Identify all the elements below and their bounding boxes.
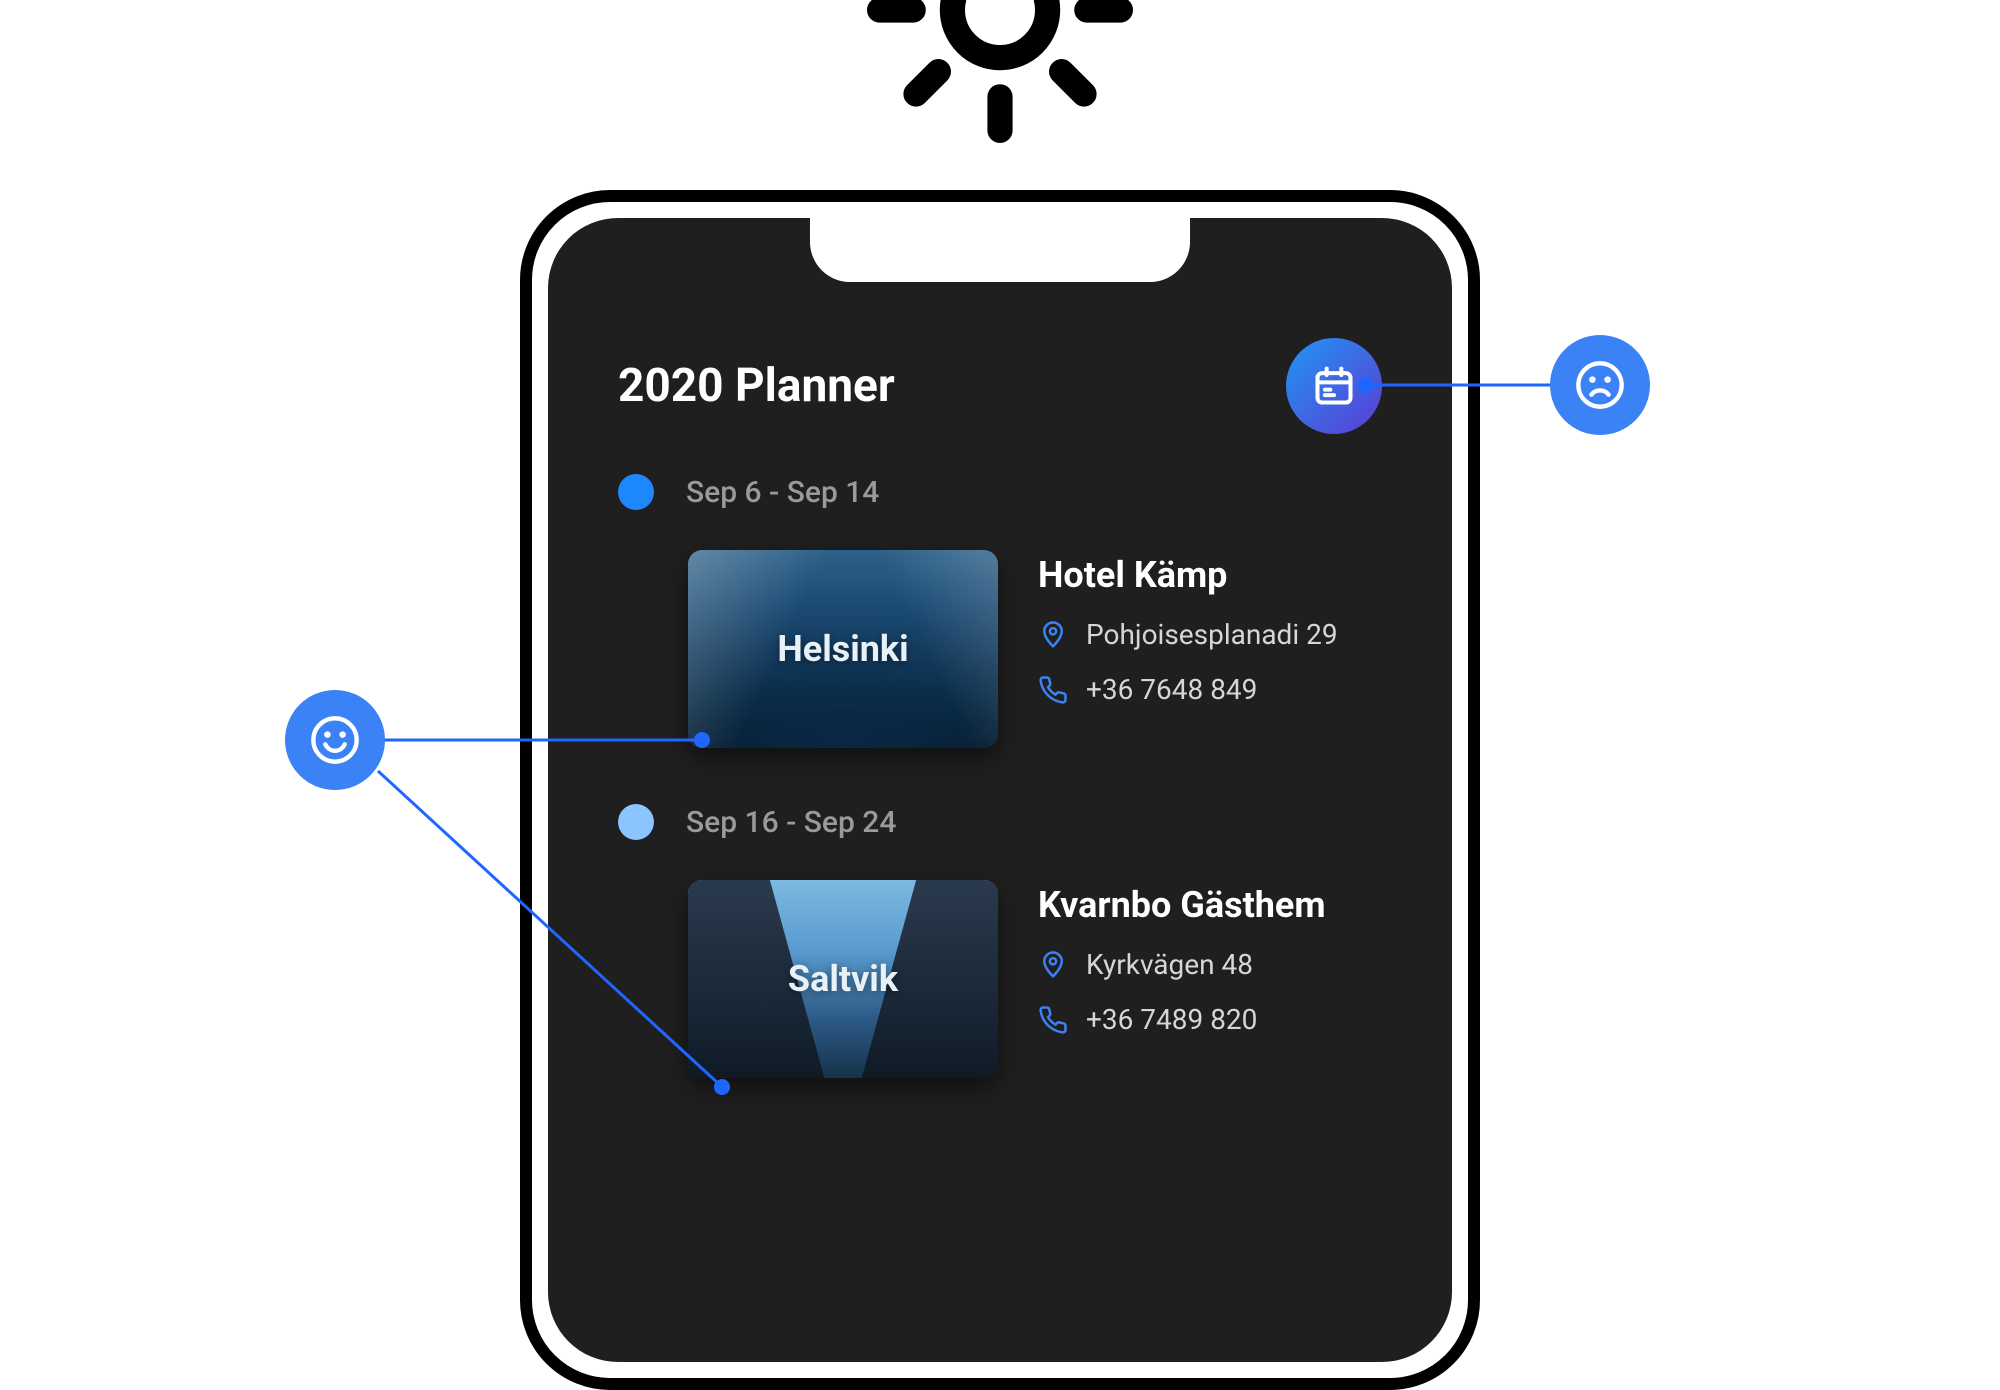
timeline-dot [618, 474, 654, 510]
annotation-anchor-dot [714, 1079, 730, 1095]
sun-icon [860, 0, 1140, 150]
annotation-sad [1550, 335, 1650, 435]
address-row: Pohjoisesplanadi 29 [1038, 618, 1338, 651]
trip-card[interactable]: Saltvik Kvarnbo Gästhem Kyrkvägen 48 [618, 880, 1382, 1078]
address-row: Kyrkvägen 48 [1038, 948, 1326, 981]
phone-screen: 2020 Planner Sep 6 - Sep 14 H [548, 218, 1452, 1362]
trip-info: Hotel Kämp Pohjoisesplanadi 29 +36 7648 … [1038, 550, 1338, 748]
hotel-name: Hotel Kämp [1038, 554, 1338, 596]
calendar-icon [1312, 364, 1356, 408]
trip-card[interactable]: Helsinki Hotel Kämp Pohjoisesplanadi 29 [618, 550, 1382, 748]
date-row: Sep 6 - Sep 14 [618, 474, 1382, 510]
destination-label: Saltvik [788, 958, 898, 1000]
location-pin-icon [1038, 950, 1068, 980]
phone-text: +36 7648 849 [1086, 673, 1257, 706]
destination-label: Helsinki [777, 628, 908, 670]
destination-image[interactable]: Helsinki [688, 550, 998, 748]
frown-icon [1574, 359, 1626, 411]
trip-section: Sep 6 - Sep 14 Helsinki Hotel Kämp Pohjo… [548, 434, 1452, 1078]
phone-text: +36 7489 820 [1086, 1003, 1257, 1036]
phone-icon [1038, 675, 1068, 705]
annotation-anchor-dot [1358, 377, 1374, 393]
trip-info: Kvarnbo Gästhem Kyrkvägen 48 +36 7489 82… [1038, 880, 1326, 1078]
hotel-name: Kvarnbo Gästhem [1038, 884, 1326, 926]
location-pin-icon [1038, 620, 1068, 650]
date-range: Sep 6 - Sep 14 [686, 475, 879, 510]
address-text: Pohjoisesplanadi 29 [1086, 618, 1338, 651]
phone-icon [1038, 1005, 1068, 1035]
destination-image[interactable]: Saltvik [688, 880, 998, 1078]
address-text: Kyrkvägen 48 [1086, 948, 1253, 981]
page-title: 2020 Planner [618, 359, 895, 413]
phone-notch [810, 218, 1190, 282]
smile-icon [309, 714, 361, 766]
date-range: Sep 16 - Sep 24 [686, 805, 896, 840]
phone-frame: 2020 Planner Sep 6 - Sep 14 H [520, 190, 1480, 1390]
date-row: Sep 16 - Sep 24 [618, 804, 1382, 840]
annotation-anchor-dot [694, 732, 710, 748]
timeline-dot [618, 804, 654, 840]
phone-row: +36 7648 849 [1038, 673, 1338, 706]
annotation-smile [285, 690, 385, 790]
phone-row: +36 7489 820 [1038, 1003, 1326, 1036]
